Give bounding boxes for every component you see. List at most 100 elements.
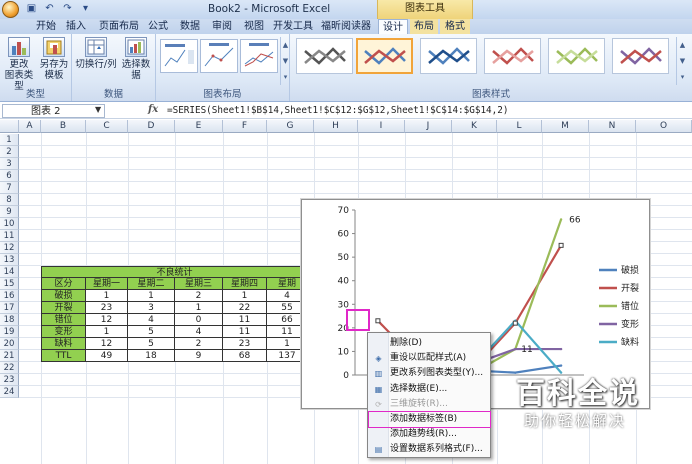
table-cell[interactable]: 2 — [175, 290, 223, 302]
table-cell[interactable]: 5 — [128, 338, 175, 350]
row-header[interactable]: 9 — [0, 206, 19, 218]
table-cell[interactable]: 0 — [175, 314, 223, 326]
table-cell[interactable]: 12 — [86, 338, 128, 350]
table-cell[interactable]: 1 — [175, 302, 223, 314]
row-header[interactable]: 2 — [0, 146, 19, 158]
column-header[interactable]: A — [19, 120, 41, 133]
row-header[interactable]: 1 — [0, 134, 19, 146]
row-header[interactable]: 7 — [0, 182, 19, 194]
menu-item[interactable]: 删除(D) — [369, 336, 490, 351]
table-cell[interactable]: 4 — [175, 326, 223, 338]
table-row-label[interactable]: 错位 — [41, 314, 86, 326]
row-header[interactable]: 13 — [0, 254, 19, 266]
row-header[interactable]: 20 — [0, 338, 19, 350]
table-row-label[interactable]: 缺料 — [41, 338, 86, 350]
table-row-label[interactable]: 变形 — [41, 326, 86, 338]
row-header[interactable]: 21 — [0, 350, 19, 362]
row-header[interactable]: 23 — [0, 374, 19, 386]
tab-home[interactable]: 开始 — [32, 19, 60, 34]
table-title[interactable]: 不良统计 — [41, 266, 308, 278]
select-data-button[interactable]: 选择数据 — [118, 37, 154, 81]
tab-page-layout[interactable]: 页面布局 — [96, 19, 142, 34]
row-header[interactable]: 24 — [0, 386, 19, 398]
table-cell[interactable]: 11 — [223, 314, 267, 326]
chart-layout-3[interactable] — [240, 39, 278, 73]
table-cell[interactable]: 1 — [128, 290, 175, 302]
chart-style-5[interactable] — [548, 38, 605, 74]
chart-style-6[interactable] — [612, 38, 669, 74]
table-cell[interactable]: 1 — [86, 290, 128, 302]
change-chart-type-button[interactable]: 更改 图表类型 — [2, 37, 36, 92]
chart-layout-2[interactable] — [200, 39, 238, 73]
table-cell[interactable]: 49 — [86, 350, 128, 362]
switch-row-column-button[interactable]: 切换行/列 — [74, 37, 118, 70]
chart-style-1[interactable] — [296, 38, 353, 74]
table-cell[interactable]: 4 — [128, 314, 175, 326]
chart-style-3[interactable] — [420, 38, 477, 74]
table-cell[interactable]: 23 — [86, 302, 128, 314]
row-header[interactable]: 14 — [0, 266, 19, 278]
row-header[interactable]: 10 — [0, 218, 19, 230]
column-header[interactable]: E — [175, 120, 223, 133]
table-cell[interactable]: 22 — [223, 302, 267, 314]
tab-layout[interactable]: 布局 — [410, 19, 438, 34]
column-header[interactable]: M — [542, 120, 589, 133]
tab-data[interactable]: 数据 — [176, 19, 204, 34]
row-header[interactable]: 18 — [0, 314, 19, 326]
table-row-label[interactable]: 破损 — [41, 290, 86, 302]
styles-scroll[interactable]: ▲ ▼ ▾ — [676, 37, 688, 85]
menu-item[interactable]: ◈ 重设以匹配样式(A) — [369, 351, 490, 366]
column-header[interactable]: K — [452, 120, 497, 133]
tab-view[interactable]: 视图 — [240, 19, 268, 34]
column-header[interactable]: B — [41, 120, 86, 133]
select-all-corner[interactable] — [0, 120, 19, 133]
tab-insert[interactable]: 插入 — [62, 19, 90, 34]
column-header[interactable]: G — [267, 120, 314, 133]
column-header[interactable]: O — [636, 120, 692, 133]
row-header[interactable]: 12 — [0, 242, 19, 254]
column-header[interactable]: N — [589, 120, 636, 133]
name-box[interactable]: 图表 2 — [2, 104, 105, 118]
office-button[interactable] — [2, 1, 19, 18]
tab-formulas[interactable]: 公式 — [144, 19, 172, 34]
table-header-cell[interactable]: 星期四 — [223, 278, 267, 290]
table-cell[interactable]: 9 — [175, 350, 223, 362]
table-header-cell[interactable]: 星期三 — [175, 278, 223, 290]
row-header[interactable]: 15 — [0, 278, 19, 290]
table-cell[interactable]: 68 — [223, 350, 267, 362]
table-header-cell[interactable]: 区分 — [41, 278, 86, 290]
table-cell[interactable]: 1 — [86, 326, 128, 338]
table-cell[interactable]: 1 — [223, 290, 267, 302]
tab-review[interactable]: 审阅 — [208, 19, 236, 34]
menu-item[interactable]: 添加趋势线(R)... — [369, 427, 490, 442]
menu-item[interactable]: ▦ 选择数据(E)... — [369, 382, 490, 397]
tab-format[interactable]: 格式 — [440, 19, 470, 34]
table-header-cell[interactable]: 星期一 — [86, 278, 128, 290]
row-header[interactable]: 6 — [0, 170, 19, 182]
chart-style-2[interactable] — [356, 38, 413, 74]
row-header[interactable]: 17 — [0, 302, 19, 314]
customize-qat-icon[interactable]: ▾ — [78, 2, 93, 16]
row-header[interactable]: 11 — [0, 230, 19, 242]
row-header[interactable]: 16 — [0, 290, 19, 302]
column-header[interactable]: C — [86, 120, 128, 133]
chart-style-4[interactable] — [484, 38, 541, 74]
row-header[interactable]: 3 — [0, 158, 19, 170]
table-header-cell[interactable]: 星期二 — [128, 278, 175, 290]
table-cell[interactable]: 5 — [128, 326, 175, 338]
chart-layout-1[interactable] — [160, 39, 198, 73]
column-header[interactable]: J — [405, 120, 452, 133]
tab-foxit-reader[interactable]: 福昕阅读器 — [318, 19, 374, 34]
table-cell[interactable]: 18 — [128, 350, 175, 362]
menu-item[interactable]: ▥ 更改系列图表类型(Y)... — [369, 366, 490, 381]
column-header[interactable]: L — [497, 120, 542, 133]
tab-developer[interactable]: 开发工具 — [270, 19, 316, 34]
formula-input[interactable]: =SERIES(Sheet1!$B$14,Sheet1!$C$12:$G$12,… — [167, 105, 508, 116]
column-header[interactable]: F — [223, 120, 267, 133]
column-header[interactable]: I — [358, 120, 405, 133]
redo-icon[interactable]: ↷ — [60, 2, 75, 16]
menu-item[interactable]: ▤ 设置数据系列格式(F)... — [369, 442, 490, 457]
save-as-template-button[interactable]: 另存为 模板 — [38, 37, 70, 81]
column-header[interactable]: H — [314, 120, 358, 133]
table-cell[interactable]: 2 — [175, 338, 223, 350]
